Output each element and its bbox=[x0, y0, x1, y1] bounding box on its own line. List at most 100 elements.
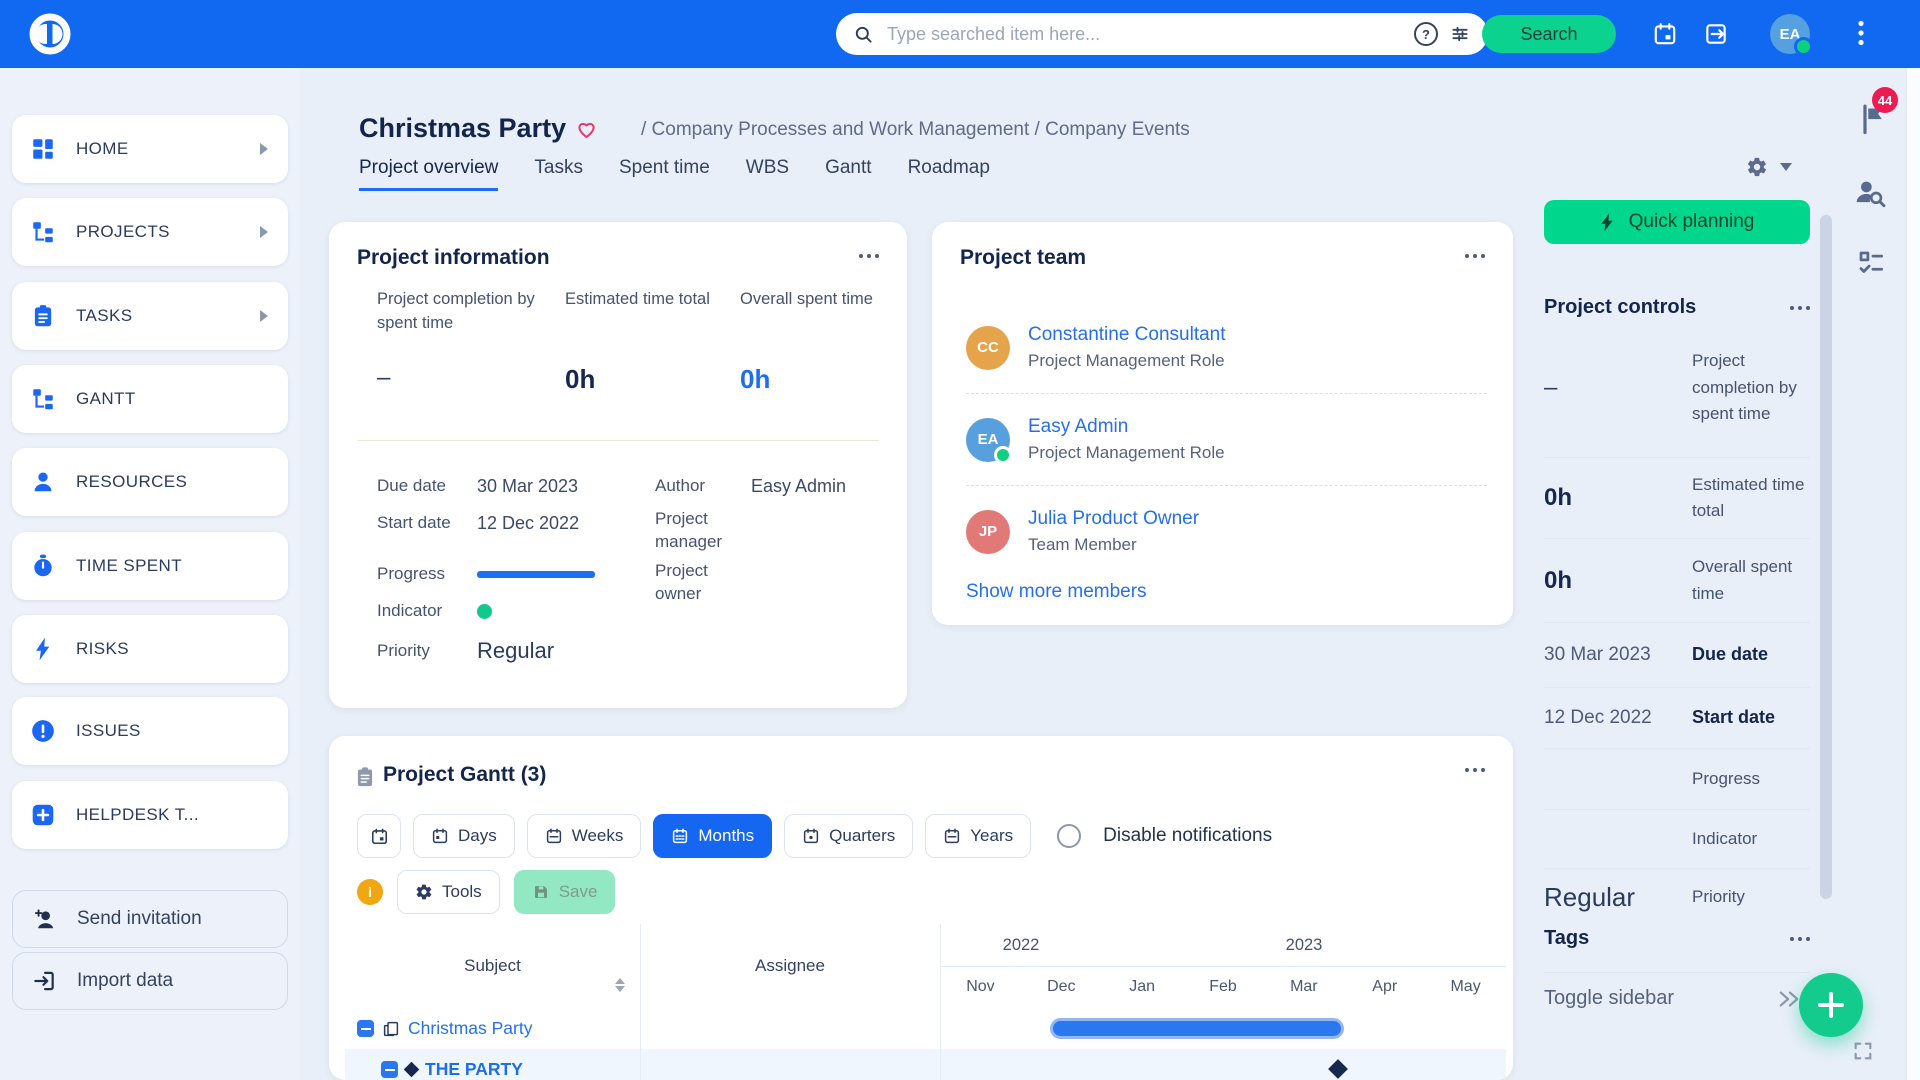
calendar-icon[interactable] bbox=[1652, 21, 1678, 47]
chevrons-right-icon bbox=[1778, 990, 1800, 1008]
logout-icon[interactable] bbox=[1703, 21, 1729, 47]
search-input[interactable] bbox=[885, 23, 1402, 46]
member-name-link[interactable]: Julia Product Owner bbox=[1028, 508, 1199, 530]
page-scrollbar-track bbox=[1906, 68, 1920, 1080]
collapse-icon[interactable] bbox=[357, 1020, 374, 1037]
progress-bar bbox=[477, 571, 595, 578]
sidebar-item-home[interactable]: HOME bbox=[12, 115, 288, 183]
years-button[interactable]: Years bbox=[925, 814, 1031, 858]
card-menu-icon[interactable] bbox=[859, 254, 879, 258]
tab-roadmap[interactable]: Roadmap bbox=[908, 157, 990, 191]
show-more-members-link[interactable]: Show more members bbox=[966, 581, 1147, 603]
team-member-row[interactable]: CC Constantine Consultant Project Manage… bbox=[966, 302, 1487, 394]
team-member-row[interactable]: JP Julia Product Owner Team Member bbox=[966, 486, 1487, 577]
tab-gantt[interactable]: Gantt bbox=[825, 157, 871, 191]
weeks-button[interactable]: Weeks bbox=[527, 814, 642, 858]
sidebar-item-risks[interactable]: RISKS bbox=[12, 615, 288, 683]
author-value[interactable]: Easy Admin bbox=[751, 476, 846, 497]
spent-value: 0h bbox=[740, 364, 875, 395]
chevron-down-icon bbox=[1780, 163, 1792, 171]
app-logo-icon[interactable] bbox=[26, 10, 74, 58]
quarters-button[interactable]: Quarters bbox=[784, 814, 913, 858]
add-new-fab-button[interactable] bbox=[1799, 973, 1863, 1037]
person-plus-icon bbox=[31, 906, 57, 932]
quick-planning-label: Quick planning bbox=[1629, 211, 1755, 233]
save-button[interactable]: Save bbox=[514, 870, 616, 914]
gantt-subject-link[interactable]: Christmas Party bbox=[408, 1018, 532, 1039]
fullscreen-icon[interactable] bbox=[1852, 1040, 1874, 1062]
tools-button[interactable]: Tools bbox=[397, 870, 500, 914]
indicator-dot bbox=[477, 604, 492, 619]
column-divider bbox=[940, 924, 941, 1080]
tags-menu-icon[interactable] bbox=[1790, 937, 1810, 941]
team-member-row[interactable]: EA Easy Admin Project Management Role bbox=[966, 394, 1487, 486]
gantt-subject-link[interactable]: THE PARTY bbox=[425, 1059, 523, 1080]
card-menu-icon[interactable] bbox=[1465, 768, 1485, 772]
spent-label: Overall spent time bbox=[740, 288, 875, 364]
indicator-label: Indicator bbox=[377, 600, 477, 623]
member-name-link[interactable]: Constantine Consultant bbox=[1028, 324, 1226, 346]
estimated-label: Estimated time total bbox=[1692, 472, 1810, 525]
toggle-sidebar-button[interactable]: Toggle sidebar bbox=[1544, 987, 1810, 1010]
collapse-icon[interactable] bbox=[381, 1061, 398, 1078]
sidebar-item-projects[interactable]: PROJECTS bbox=[12, 198, 288, 266]
help-icon[interactable]: ? bbox=[1414, 22, 1438, 46]
sidebar-item-resources[interactable]: RESOURCES bbox=[12, 448, 288, 516]
sidebar-item-helpdesk[interactable]: HELPDESK T... bbox=[12, 781, 288, 849]
days-button[interactable]: Days bbox=[413, 814, 515, 858]
milestone-diamond[interactable] bbox=[1328, 1059, 1348, 1079]
progress-label: Progress bbox=[377, 563, 477, 586]
panel-row-priority: Regular Priority bbox=[1544, 869, 1810, 925]
import-data-button[interactable]: Import data bbox=[12, 952, 288, 1010]
send-invitation-button[interactable]: Send invitation bbox=[12, 890, 288, 948]
month-label: Dec bbox=[1021, 966, 1102, 1008]
months-button-active[interactable]: Months bbox=[653, 814, 772, 858]
sidebar-item-tasks[interactable]: TASKS bbox=[12, 282, 288, 350]
panel-scrollbar[interactable] bbox=[1820, 215, 1832, 899]
sidebar-item-label: RISKS bbox=[76, 639, 129, 659]
spent-label: Overall spent time bbox=[1692, 554, 1810, 607]
favorite-heart-icon[interactable] bbox=[574, 117, 599, 141]
subject-column-header[interactable]: Subject bbox=[345, 924, 640, 1008]
breadcrumb[interactable]: / Company Processes and Work Management … bbox=[641, 119, 1190, 141]
kebab-menu-icon[interactable] bbox=[1858, 20, 1864, 46]
sidebar-item-issues[interactable]: ISSUES bbox=[12, 697, 288, 765]
gantt-bar[interactable] bbox=[1050, 1018, 1344, 1039]
checklist-icon[interactable] bbox=[1856, 248, 1886, 278]
panel-menu-icon[interactable] bbox=[1790, 306, 1810, 310]
due-date-label: Due date bbox=[1692, 641, 1810, 669]
tab-wbs[interactable]: WBS bbox=[746, 157, 789, 191]
import-data-label: Import data bbox=[77, 970, 173, 992]
search-filter-icon[interactable] bbox=[1450, 24, 1470, 44]
panel-row-due-date: 30 Mar 2023 Due date bbox=[1544, 623, 1810, 688]
timeline-years-row: 2022 2023 bbox=[940, 924, 1506, 967]
disable-notifications-checkbox[interactable] bbox=[1057, 824, 1081, 848]
calendar-range-button[interactable] bbox=[357, 814, 401, 858]
sort-icon[interactable] bbox=[615, 978, 625, 992]
sidebar-item-time-spent[interactable]: TIME SPENT bbox=[12, 532, 288, 600]
quick-planning-button[interactable]: Quick planning bbox=[1544, 200, 1810, 244]
gantt-row-project: Christmas Party bbox=[345, 1008, 1506, 1050]
priority-value: Regular bbox=[1544, 882, 1635, 912]
member-role: Team Member bbox=[1028, 535, 1199, 555]
assignee-column-header[interactable]: Assignee bbox=[640, 924, 940, 1008]
card-menu-icon[interactable] bbox=[1465, 254, 1485, 258]
page-settings-menu[interactable] bbox=[1746, 156, 1792, 178]
tab-spent-time[interactable]: Spent time bbox=[619, 157, 710, 191]
milestone-type-icon bbox=[404, 1062, 420, 1078]
user-search-icon[interactable] bbox=[1853, 176, 1887, 210]
month-label: Mar bbox=[1263, 966, 1344, 1008]
member-name-link[interactable]: Easy Admin bbox=[1028, 416, 1225, 438]
completion-value: – bbox=[377, 364, 535, 392]
sidebar-item-gantt[interactable]: GANTT bbox=[12, 365, 288, 433]
gantt-tools-toolbar: i Tools Save bbox=[357, 870, 615, 914]
disable-notifications-label[interactable]: Disable notifications bbox=[1103, 825, 1272, 847]
tab-tasks[interactable]: Tasks bbox=[534, 157, 583, 191]
search-button[interactable]: Search bbox=[1482, 15, 1616, 53]
info-icon[interactable]: i bbox=[357, 879, 383, 905]
stopwatch-icon bbox=[30, 553, 56, 579]
top-header-bar: ? Search EA bbox=[0, 0, 1920, 68]
tab-project-overview[interactable]: Project overview bbox=[359, 157, 498, 191]
user-avatar[interactable]: EA bbox=[1770, 14, 1810, 54]
page-title: Christmas Party bbox=[359, 113, 566, 144]
